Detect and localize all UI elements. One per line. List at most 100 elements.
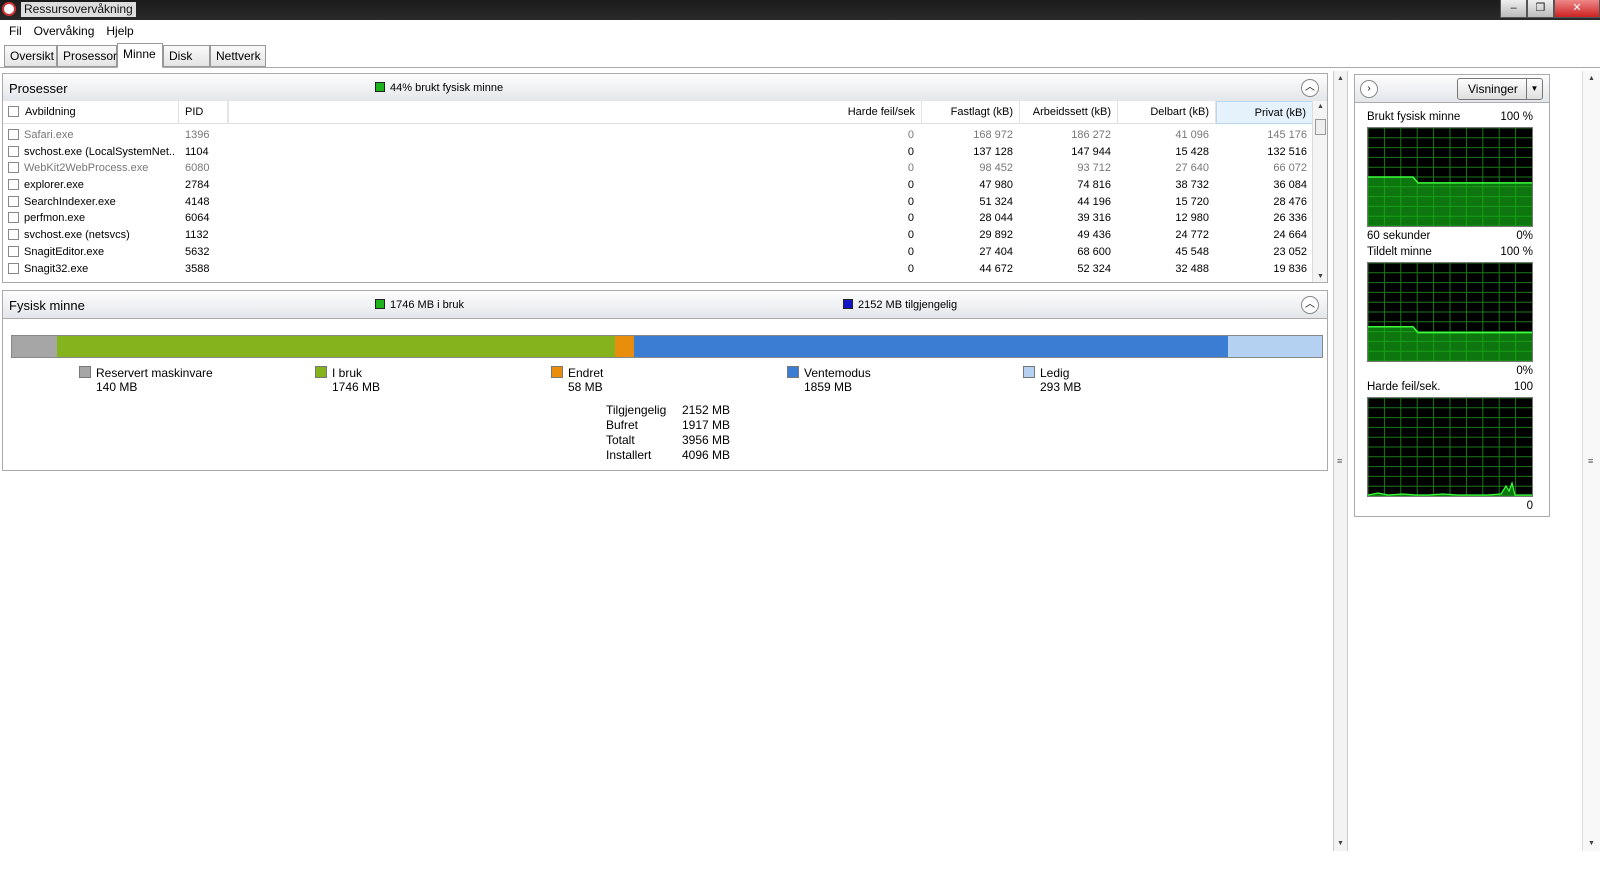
physical-memory-header[interactable]: Fysisk minne 1746 MB i bruk 2152 MB tilg…	[2, 290, 1328, 319]
process-commit: 51 324	[979, 195, 1013, 208]
legend-value: 140 MB	[96, 380, 138, 394]
main-scrollbar[interactable]: ▲ ≡ ▼	[1333, 71, 1348, 851]
collapse-icon[interactable]: ︿	[1301, 79, 1319, 97]
scroll-down-icon[interactable]: ▼	[1583, 840, 1600, 847]
process-name: explorer.exe	[24, 179, 84, 192]
process-table-scrollbar[interactable]: ▲ ▼	[1312, 101, 1327, 282]
window-controls: – ❐ ✕	[1500, 0, 1600, 18]
column-image[interactable]: Avbildning	[3, 101, 179, 124]
process-hard-faults: 0	[907, 162, 914, 175]
column-working-set[interactable]: Arbeidssett (kB)	[1020, 101, 1118, 124]
menu-bar: Fil Overvåking Hjelp	[0, 20, 1600, 41]
select-all-checkbox[interactable]	[8, 106, 19, 117]
table-row[interactable]: svchost.exe (netsvcs) 1132 0 29 892 49 436 24…	[3, 227, 1313, 244]
row-checkbox[interactable]	[8, 245, 19, 257]
memory-usage-swatch	[375, 82, 385, 92]
legend-item: Ventemodus 1859 MB	[787, 366, 871, 394]
column-private[interactable]: Privat (kB)	[1216, 101, 1313, 124]
right-scrollbar[interactable]: ▲ ≡ ▼	[1582, 71, 1600, 851]
splitter-grip-icon[interactable]: ≡	[1337, 456, 1342, 466]
menu-file[interactable]: Fil	[3, 24, 28, 38]
process-name: WebKit2WebProcess.exe	[24, 162, 149, 175]
process-shareable: 38 732	[1175, 179, 1209, 192]
process-hard-faults: 0	[907, 145, 914, 158]
column-pid[interactable]: PID	[179, 101, 228, 124]
row-checkbox[interactable]	[8, 229, 19, 241]
memory-segment-reservert-maskinvare	[12, 336, 57, 357]
process-hard-faults: 0	[907, 245, 914, 258]
close-button[interactable]: ✕	[1554, 0, 1600, 18]
process-shareable: 41 096	[1175, 129, 1209, 141]
column-shareable[interactable]: Delbart (kB)	[1118, 101, 1216, 124]
physical-memory-panel: Reservert maskinvare 140 MB I bruk 1746 MB E…	[2, 319, 1328, 471]
legend-value: 293 MB	[1040, 380, 1082, 394]
process-hard-faults: 0	[907, 179, 914, 192]
legend-value: 58 MB	[568, 380, 603, 394]
tab-cpu[interactable]: Prosessor	[57, 45, 117, 67]
table-row[interactable]: explorer.exe 2784 0 47 980 74 816 38 732 36 08…	[3, 177, 1313, 194]
scroll-down-icon[interactable]: ▼	[1334, 840, 1347, 847]
column-commit[interactable]: Fastlagt (kB)	[922, 101, 1020, 124]
process-table: Avbildning PID Harde feil/sek Fastlagt (…	[2, 101, 1328, 283]
physical-memory-title: Fysisk minne	[9, 298, 85, 313]
memory-stat-label: Totalt	[606, 433, 635, 447]
memory-segment-endret	[615, 336, 634, 357]
memory-stat-label: Bufret	[606, 418, 639, 432]
table-row[interactable]: svchost.exe (LocalSystemNet... 1104 0 137 1…	[3, 144, 1313, 161]
scroll-up-icon[interactable]: ▲	[1313, 103, 1327, 110]
table-row[interactable]: Safari.exe 1396 0 168 972 186 272 41 096 145 1…	[3, 127, 1313, 144]
process-pid: 6064	[185, 212, 210, 225]
column-hard-faults[interactable]: Harde feil/sek	[823, 101, 922, 124]
minimize-button[interactable]: –	[1500, 0, 1527, 18]
memory-stats: Tilgjengelig 2152 MB Bufret 1917 MB Totalt 39…	[606, 403, 730, 463]
memory-stat-value: 4096 MB	[682, 448, 731, 462]
collapse-icon[interactable]: ︿	[1301, 296, 1319, 314]
process-pid: 6080	[185, 162, 210, 175]
row-checkbox[interactable]	[8, 195, 19, 207]
memory-usage-summary: 44% brukt fysisk minne	[390, 82, 504, 94]
graphs-header: › Visninger ▼	[1354, 74, 1550, 103]
chevron-down-icon[interactable]: ▼	[1526, 79, 1542, 99]
legend-swatch	[551, 366, 563, 378]
table-row[interactable]: WebKit2WebProcess.exe 6080 0 98 452 93 712 27…	[3, 160, 1313, 177]
views-button[interactable]: Visninger ▼	[1457, 78, 1543, 100]
scroll-up-icon[interactable]: ▲	[1583, 75, 1600, 82]
row-checkbox[interactable]	[8, 179, 19, 191]
tab-disk[interactable]: Disk	[163, 45, 210, 67]
memory-stat-label: Tilgjengelig	[606, 403, 667, 417]
legend-item: Ledig 293 MB	[1023, 366, 1081, 394]
table-row[interactable]: SearchIndexer.exe 4148 0 51 324 44 196 15 720…	[3, 194, 1313, 211]
table-row[interactable]: Snagit32.exe 3588 0 44 672 52 324 32 488 19 83…	[3, 261, 1313, 278]
process-hard-faults: 0	[907, 262, 914, 275]
processes-summary: 44% brukt fysisk minne	[375, 82, 503, 94]
process-private: 26 336	[1273, 212, 1307, 225]
table-row[interactable]: SnagitEditor.exe 5632 0 27 404 68 600 45 548 2…	[3, 244, 1313, 261]
expand-arrow-icon[interactable]: ›	[1360, 80, 1378, 98]
maximize-button[interactable]: ❐	[1527, 0, 1554, 18]
process-pid: 1396	[185, 129, 210, 141]
process-private: 24 664	[1273, 229, 1307, 242]
processes-header[interactable]: Prosesser 44% brukt fysisk minne ︿	[2, 73, 1328, 102]
splitter-grip-icon[interactable]: ≡	[1588, 456, 1593, 466]
tab-memory[interactable]: Minne	[117, 43, 163, 68]
row-checkbox[interactable]	[8, 162, 19, 174]
tab-overview[interactable]: Oversikt	[4, 45, 57, 67]
scroll-up-icon[interactable]: ▲	[1334, 75, 1347, 82]
table-row[interactable]: perfmon.exe 6064 0 28 044 39 316 12 980 26 336	[3, 210, 1313, 227]
process-name: Safari.exe	[24, 129, 74, 141]
tab-network[interactable]: Nettverk	[210, 45, 266, 67]
row-checkbox[interactable]	[8, 145, 19, 157]
row-checkbox[interactable]	[8, 212, 19, 224]
menu-monitor[interactable]: Overvåking	[28, 24, 101, 38]
scroll-thumb[interactable]	[1315, 119, 1326, 135]
graph-min: 0%	[1516, 365, 1533, 377]
process-pid: 3588	[185, 262, 210, 275]
legend-label: I bruk	[332, 366, 363, 380]
row-checkbox[interactable]	[8, 129, 19, 140]
scroll-down-icon[interactable]: ▼	[1313, 273, 1327, 280]
available-swatch	[843, 299, 853, 309]
memory-stat-row: Bufret 1917 MB	[606, 418, 730, 433]
row-checkbox[interactable]	[8, 262, 19, 274]
process-hard-faults: 0	[907, 229, 914, 242]
menu-help[interactable]: Hjelp	[100, 24, 139, 38]
